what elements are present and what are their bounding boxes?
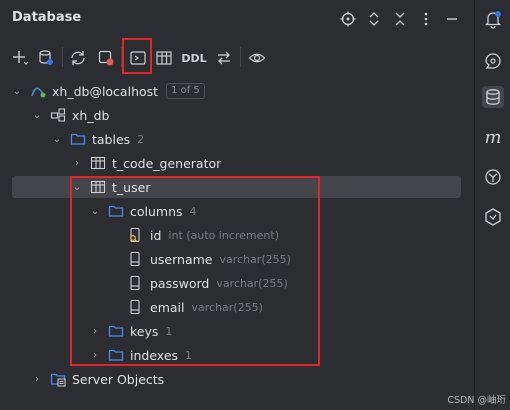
highlight-box-console — [122, 38, 152, 74]
ai-assistant-icon[interactable] — [482, 50, 504, 72]
connection-badge: 1 of 5 — [166, 83, 205, 99]
jump-to-source-icon[interactable] — [214, 48, 234, 68]
chevron-down-icon[interactable]: ⌄ — [10, 86, 24, 97]
expand-all-icon[interactable] — [366, 11, 382, 27]
folder-icon — [70, 131, 86, 147]
panel-title: Database — [12, 10, 82, 25]
watermark: CSDN @岫珩 — [447, 395, 506, 406]
schema-icon — [50, 107, 66, 123]
tree-item-schema[interactable]: ⌄ xh_db — [30, 104, 110, 126]
table-editor-icon[interactable] — [154, 48, 174, 68]
add-icon[interactable] — [10, 48, 30, 68]
chevron-down-icon[interactable]: ⌄ — [50, 134, 64, 145]
database-tool-window: Database DDL ⌄ xh_db@localhost 1 of 5 ⌄ … — [0, 0, 474, 410]
data-source-properties-icon[interactable] — [36, 48, 56, 68]
chevron-right-icon[interactable]: › — [70, 158, 84, 169]
tree-item-server-objects[interactable]: › Server Objects — [30, 368, 164, 390]
tree-item-table-code-generator[interactable]: › t_code_generator — [70, 152, 221, 174]
stop-icon[interactable] — [96, 48, 116, 68]
maven-icon[interactable]: m — [482, 126, 504, 148]
collapse-all-icon[interactable] — [392, 11, 408, 27]
table-icon — [90, 155, 106, 171]
crosshair-icon[interactable] — [340, 11, 356, 27]
chevron-right-icon[interactable]: › — [30, 374, 44, 385]
refresh-icon[interactable] — [68, 48, 88, 68]
highlight-box-t-user — [70, 176, 320, 366]
database-icon[interactable] — [482, 86, 504, 108]
view-options-icon[interactable] — [247, 48, 267, 68]
notifications-icon[interactable] — [482, 8, 504, 30]
plugins-icon[interactable] — [482, 206, 504, 228]
server-objects-icon — [50, 371, 66, 387]
toolbar-separator — [62, 47, 63, 67]
mysql-connection-icon — [30, 83, 46, 99]
more-options-icon[interactable] — [418, 11, 434, 27]
services-icon[interactable] — [482, 166, 504, 188]
ddl-button[interactable]: DDL — [181, 48, 207, 68]
chevron-down-icon[interactable]: ⌄ — [30, 110, 44, 121]
tree-item-tables[interactable]: ⌄ tables 2 — [50, 128, 144, 150]
toolbar-separator — [240, 47, 241, 67]
tree-item-connection[interactable]: ⌄ xh_db@localhost 1 of 5 — [10, 80, 205, 102]
minimize-icon[interactable] — [444, 11, 460, 27]
